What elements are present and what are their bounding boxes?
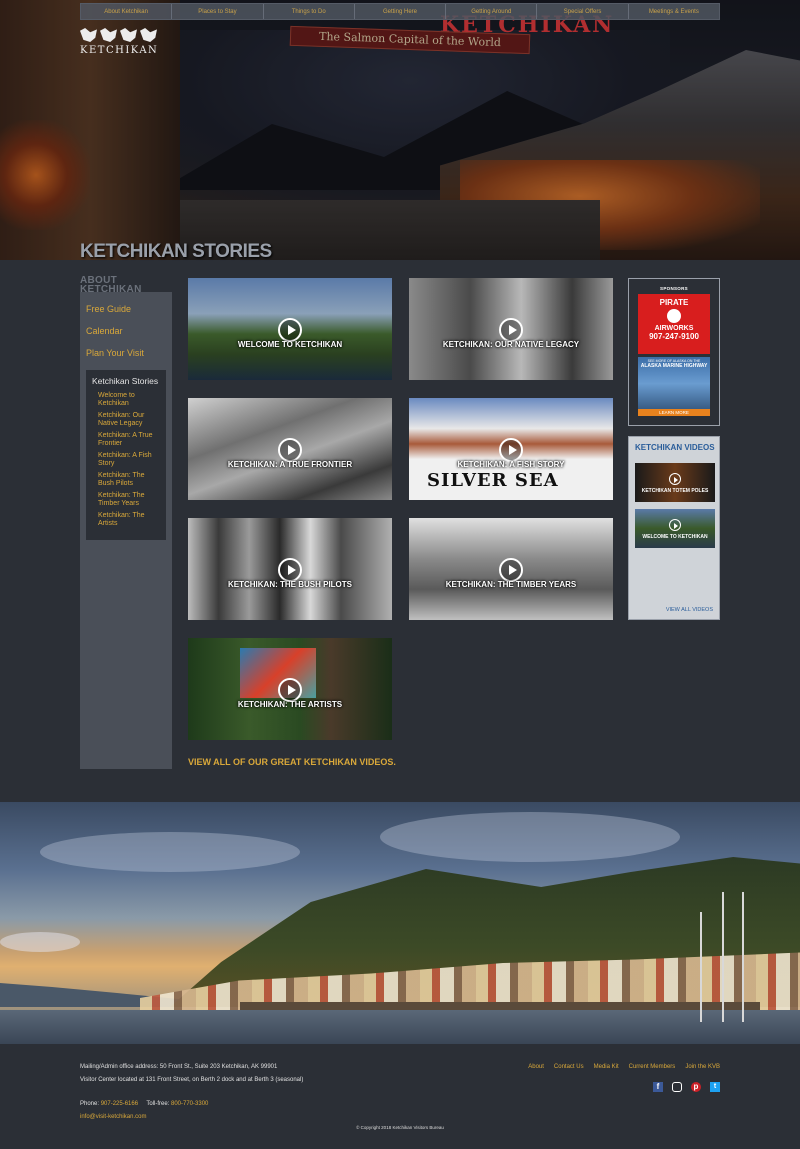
submenu-item-native-legacy[interactable]: Ketchikan: Our Native Legacy bbox=[92, 412, 160, 428]
logo-marks-icon bbox=[80, 28, 160, 42]
skull-icon bbox=[667, 309, 681, 323]
view-all-videos-link[interactable]: VIEW ALL OF OUR GREAT KETCHIKAN VIDEOS. bbox=[188, 757, 396, 767]
play-icon[interactable] bbox=[499, 318, 523, 342]
submenu-item-bush-pilots[interactable]: Ketchikan: The Bush Pilots bbox=[92, 472, 160, 488]
video-tile-bush-pilots[interactable]: KETCHIKAN: THE BUSH PILOTS bbox=[188, 518, 392, 620]
submenu-item-welcome[interactable]: Welcome to Ketchikan bbox=[92, 392, 160, 408]
site-logo[interactable]: KETCHIKAN bbox=[80, 28, 160, 56]
video-caption: KETCHIKAN: A FISH STORY bbox=[457, 460, 565, 469]
copyright: © Copyright 2018 Ketchikan Visitors Bure… bbox=[356, 1125, 444, 1130]
twitter-icon[interactable]: t bbox=[710, 1082, 720, 1092]
footer-link-join[interactable]: Join the KVB bbox=[685, 1064, 720, 1070]
play-icon[interactable] bbox=[499, 438, 523, 462]
sponsors-title: SPONSORS bbox=[660, 286, 688, 291]
email-link[interactable]: info@visit-ketchikan.com bbox=[80, 1114, 146, 1120]
video-caption: KETCHIKAN: A TRUE FRONTIER bbox=[227, 460, 353, 469]
video-caption: KETCHIKAN: THE ARTISTS bbox=[237, 700, 343, 709]
video-tile-fish-story[interactable]: SILVER SEA KETCHIKAN: A FISH STORY bbox=[409, 398, 613, 500]
video-caption: KETCHIKAN: THE BUSH PILOTS bbox=[228, 580, 352, 589]
video-caption: WELCOME TO KETCHIKAN bbox=[237, 340, 343, 349]
video-tile-native-legacy[interactable]: KETCHIKAN: OUR NATIVE LEGACY bbox=[409, 278, 613, 380]
video-tile-true-frontier[interactable]: KETCHIKAN: A TRUE FRONTIER bbox=[188, 398, 392, 500]
nav-getting-here[interactable]: Getting Here bbox=[355, 4, 447, 19]
phone-link[interactable]: 907-225-6166 bbox=[101, 1101, 138, 1107]
page-title: KETCHIKAN STORIES bbox=[80, 241, 272, 262]
footer-links: About Contact Us Media Kit Current Membe… bbox=[528, 1064, 720, 1070]
ketchikan-videos-box: KETCHIKAN VIDEOS KETCHIKAN TOTEM POLES W… bbox=[628, 436, 720, 620]
sidebar-item-plan-your-visit[interactable]: Plan Your Visit bbox=[80, 342, 172, 364]
instagram-icon[interactable] bbox=[672, 1082, 682, 1092]
sidebar: Free Guide Calendar Plan Your Visit Ketc… bbox=[80, 292, 172, 769]
boat-lettering: SILVER SEA bbox=[427, 470, 559, 491]
stories-submenu-title[interactable]: Ketchikan Stories bbox=[92, 376, 160, 386]
ketchikan-videos-title: KETCHIKAN VIDEOS bbox=[635, 443, 715, 452]
submenu-item-timber-years[interactable]: Ketchikan: The Timber Years bbox=[92, 492, 160, 508]
mini-video-welcome[interactable]: WELCOME TO KETCHIKAN bbox=[635, 509, 715, 548]
submenu-item-true-frontier[interactable]: Ketchikan: A True Frontier bbox=[92, 432, 160, 448]
logo-wordmark: KETCHIKAN bbox=[80, 45, 159, 56]
footer-link-about[interactable]: About bbox=[528, 1064, 544, 1070]
facebook-icon[interactable]: f bbox=[653, 1082, 663, 1092]
tollfree-link[interactable]: 800-770-3300 bbox=[171, 1101, 208, 1107]
video-tile-welcome[interactable]: WELCOME TO KETCHIKAN bbox=[188, 278, 392, 380]
play-icon[interactable] bbox=[499, 558, 523, 582]
footer-link-contact[interactable]: Contact Us bbox=[554, 1064, 584, 1070]
footer-link-current-members[interactable]: Current Members bbox=[629, 1064, 676, 1070]
video-caption: KETCHIKAN: OUR NATIVE LEGACY bbox=[442, 340, 580, 349]
play-icon[interactable] bbox=[669, 473, 681, 485]
play-icon[interactable] bbox=[278, 438, 302, 462]
visitor-center-address: Visitor Center located at 131 Front Stre… bbox=[80, 1077, 304, 1083]
pirate-airworks-ad[interactable]: PIRATE AIRWORKS 907-247-9100 bbox=[638, 294, 710, 354]
sidebar-item-calendar[interactable]: Calendar bbox=[80, 320, 172, 342]
footer: Mailing/Admin office address: 50 Front S… bbox=[0, 1044, 800, 1149]
learn-more-button[interactable]: LEARN MORE bbox=[638, 409, 710, 416]
video-tile-timber-years[interactable]: KETCHIKAN: THE TIMBER YEARS bbox=[409, 518, 613, 620]
nav-special-offers[interactable]: Special Offers bbox=[537, 4, 629, 19]
view-all-videos-small-link[interactable]: VIEW ALL VIDEOS bbox=[666, 607, 713, 613]
play-icon[interactable] bbox=[669, 519, 681, 531]
mini-video-totem-poles[interactable]: KETCHIKAN TOTEM POLES bbox=[635, 463, 715, 502]
play-icon[interactable] bbox=[278, 558, 302, 582]
marine-highway-ad[interactable]: SEE MORE OF ALASKA ON THE ALASKA MARINE … bbox=[638, 357, 710, 416]
pinterest-icon[interactable]: p bbox=[691, 1082, 701, 1092]
footer-link-media-kit[interactable]: Media Kit bbox=[594, 1064, 619, 1070]
nav-meetings-events[interactable]: Meetings & Events bbox=[629, 4, 719, 19]
sponsors-box: SPONSORS PIRATE AIRWORKS 907-247-9100 SE… bbox=[628, 278, 720, 426]
email-line: info@visit-ketchikan.com bbox=[80, 1114, 146, 1120]
nav-places-to-stay[interactable]: Places to Stay bbox=[172, 4, 264, 19]
top-navigation: About Ketchikan Places to Stay Things to… bbox=[80, 3, 720, 20]
submenu-item-artists[interactable]: Ketchikan: The Artists bbox=[92, 512, 160, 528]
phone-line: Phone: 907-225-6166 Toll-free: 800-770-3… bbox=[80, 1101, 209, 1107]
nav-things-to-do[interactable]: Things to Do bbox=[264, 4, 355, 19]
nav-getting-around[interactable]: Getting Around bbox=[446, 4, 538, 19]
play-icon[interactable] bbox=[278, 678, 302, 702]
stories-submenu: Ketchikan Stories Welcome to Ketchikan K… bbox=[86, 370, 166, 540]
nav-about-ketchikan[interactable]: About Ketchikan bbox=[81, 4, 173, 19]
social-links: f p t bbox=[653, 1082, 720, 1092]
play-icon[interactable] bbox=[278, 318, 302, 342]
harbor-panorama bbox=[0, 802, 800, 1044]
submenu-item-fish-story[interactable]: Ketchikan: A Fish Story bbox=[92, 452, 160, 468]
mailing-address: Mailing/Admin office address: 50 Front S… bbox=[80, 1064, 278, 1070]
sidebar-item-free-guide[interactable]: Free Guide bbox=[80, 298, 172, 320]
video-caption: KETCHIKAN: THE TIMBER YEARS bbox=[445, 580, 577, 589]
video-tile-artists[interactable]: KETCHIKAN: THE ARTISTS bbox=[188, 638, 392, 740]
